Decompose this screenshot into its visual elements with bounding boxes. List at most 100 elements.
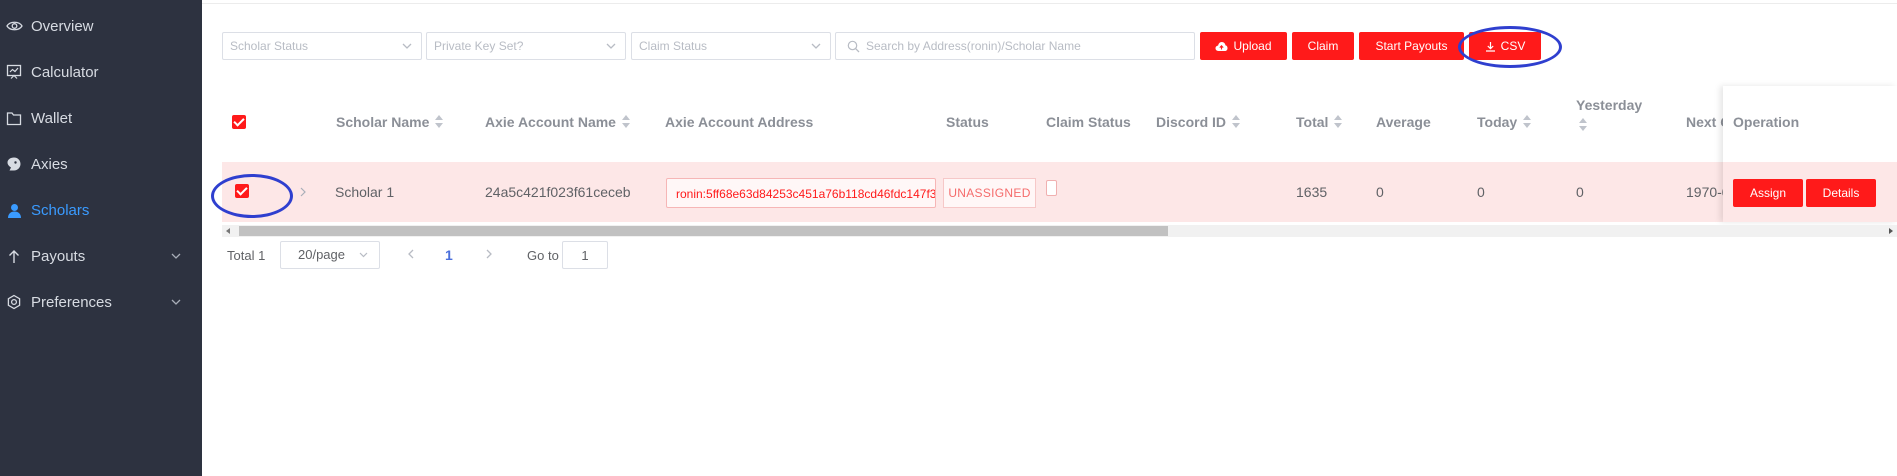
address-text: ronin:5ff68e63d84253c451a76b118cd46fdc14…: [676, 187, 936, 201]
column-header-average: Average: [1376, 114, 1431, 130]
claim-label: Claim: [1307, 39, 1339, 53]
assign-button[interactable]: Assign: [1733, 179, 1803, 207]
claim-button[interactable]: Claim: [1292, 32, 1354, 60]
chevron-down-icon: [359, 252, 368, 258]
column-header-status: Status: [946, 114, 989, 130]
cell-total: 1635: [1296, 184, 1328, 200]
goto-label: Go to: [527, 248, 559, 263]
sidebar-item-label: Overview: [31, 17, 94, 35]
sidebar-item-overview[interactable]: Overview: [0, 6, 202, 46]
pagination-total: Total 1: [227, 248, 266, 263]
sidebar-item-calculator[interactable]: Calculator: [0, 52, 202, 92]
cell-yesterday: 0: [1576, 184, 1584, 200]
scroll-left-icon[interactable]: [226, 228, 230, 234]
column-header-label: Average: [1376, 114, 1431, 130]
goto-page-input[interactable]: [562, 241, 608, 269]
select-placeholder: Scholar Status: [230, 39, 309, 53]
select-placeholder: Claim Status: [639, 39, 708, 53]
column-header-axie-account-name[interactable]: Axie Account Name: [485, 114, 631, 130]
sidebar-item-label: Scholars: [31, 201, 90, 219]
sidebar-item-payouts[interactable]: Payouts: [0, 236, 202, 276]
table-row[interactable]: [222, 162, 1897, 222]
sidebar-item-axies[interactable]: Axies: [0, 144, 202, 184]
sidebar-item-label: Axies: [31, 155, 68, 173]
chevron-down-icon: [402, 43, 412, 49]
column-header-operation: Operation: [1733, 114, 1799, 130]
column-header-label: Axie Account Address: [665, 114, 814, 130]
column-header-label: Total: [1296, 114, 1329, 130]
claim-status-indicator: [1046, 180, 1057, 196]
annotation-ellipse-checkbox: [211, 174, 293, 218]
cell-axie-account-name: 24a5c421f023f61ceceb: [485, 184, 631, 200]
sidebar-item-label: Wallet: [31, 109, 73, 127]
search-input[interactable]: [866, 34, 1186, 58]
sort-icon[interactable]: [1333, 115, 1343, 129]
status-badge: UNASSIGNED: [943, 178, 1036, 208]
horizontal-scrollbar[interactable]: [222, 225, 1897, 237]
column-header-today[interactable]: Today: [1477, 114, 1532, 130]
arrow-up-icon: [5, 247, 23, 265]
column-header-total[interactable]: Total: [1296, 114, 1343, 130]
calculator-icon: [5, 63, 23, 81]
annotation-ellipse-csv: [1458, 26, 1562, 68]
page-number-current[interactable]: 1: [445, 247, 453, 263]
scholar-status-select[interactable]: Scholar Status: [222, 32, 422, 60]
cell-today: 0: [1477, 184, 1485, 200]
sidebar-item-label: Calculator: [31, 63, 99, 81]
cloud-upload-icon: [1215, 41, 1228, 51]
sort-icon[interactable]: [621, 115, 631, 129]
scrollbar-thumb[interactable]: [239, 226, 1168, 236]
upload-button[interactable]: Upload: [1200, 32, 1287, 60]
select-placeholder: Private Key Set?: [434, 39, 524, 53]
column-header-label: Claim Status: [1046, 114, 1131, 130]
column-header-axie-account-address: Axie Account Address: [665, 114, 813, 130]
search-icon: [847, 40, 860, 53]
top-divider: [202, 3, 1897, 4]
select-all-checkbox[interactable]: [232, 115, 246, 129]
start-payouts-button[interactable]: Start Payouts: [1359, 32, 1464, 60]
upload-label: Upload: [1233, 39, 1272, 53]
column-header-label: Yesterday: [1576, 97, 1643, 113]
sort-icon[interactable]: [1578, 118, 1588, 132]
cell-scholar-name: Scholar 1: [335, 184, 395, 200]
search-box: [835, 32, 1195, 60]
cell-axie-account-address[interactable]: ronin:5ff68e63d84253c451a76b118cd46fdc14…: [666, 178, 936, 208]
prev-page-icon[interactable]: [404, 247, 418, 261]
column-header-yesterday[interactable]: Yesterday: [1576, 97, 1642, 132]
sort-icon[interactable]: [1522, 115, 1532, 129]
chevron-down-icon[interactable]: [169, 249, 183, 263]
chevron-right-icon[interactable]: [298, 186, 308, 198]
axie-icon: [5, 155, 23, 173]
claim-status-select[interactable]: Claim Status: [631, 32, 831, 60]
chevron-down-icon[interactable]: [169, 295, 183, 309]
chevron-down-icon: [811, 43, 821, 49]
details-button[interactable]: Details: [1806, 179, 1876, 207]
wallet-icon: [5, 109, 23, 127]
private-key-select[interactable]: Private Key Set?: [426, 32, 626, 60]
eye-icon: [5, 17, 23, 35]
sidebar-item-preferences[interactable]: Preferences: [0, 282, 202, 322]
column-header-discord-id[interactable]: Discord ID: [1156, 114, 1241, 130]
column-header-label: Scholar Name: [336, 114, 430, 130]
column-header-scholar-name[interactable]: Scholar Name: [336, 114, 444, 130]
column-header-label: Discord ID: [1156, 114, 1227, 130]
chevron-down-icon: [606, 43, 616, 49]
sort-icon[interactable]: [434, 115, 444, 129]
sidebar: Overview Calculator Wallet Axies Scholar…: [0, 0, 202, 476]
scroll-right-icon[interactable]: [1889, 228, 1893, 234]
sort-icon[interactable]: [1231, 115, 1241, 129]
column-header-label: Operation: [1733, 114, 1800, 130]
sidebar-item-label: Payouts: [31, 247, 86, 265]
next-page-icon[interactable]: [482, 247, 496, 261]
sidebar-item-wallet[interactable]: Wallet: [0, 98, 202, 138]
column-header-claim-status: Claim Status: [1046, 114, 1131, 130]
column-header-label: Status: [946, 114, 989, 130]
gear-icon: [5, 293, 23, 311]
cell-average: 0: [1376, 184, 1384, 200]
column-header-label: Today: [1477, 114, 1518, 130]
sidebar-item-label: Preferences: [31, 293, 112, 311]
page-size-select[interactable]: 20/page: [280, 241, 380, 269]
sidebar-item-scholars[interactable]: Scholars: [0, 190, 202, 230]
page-size-value: 20/page: [298, 247, 345, 262]
column-header-label: Axie Account Name: [485, 114, 616, 130]
